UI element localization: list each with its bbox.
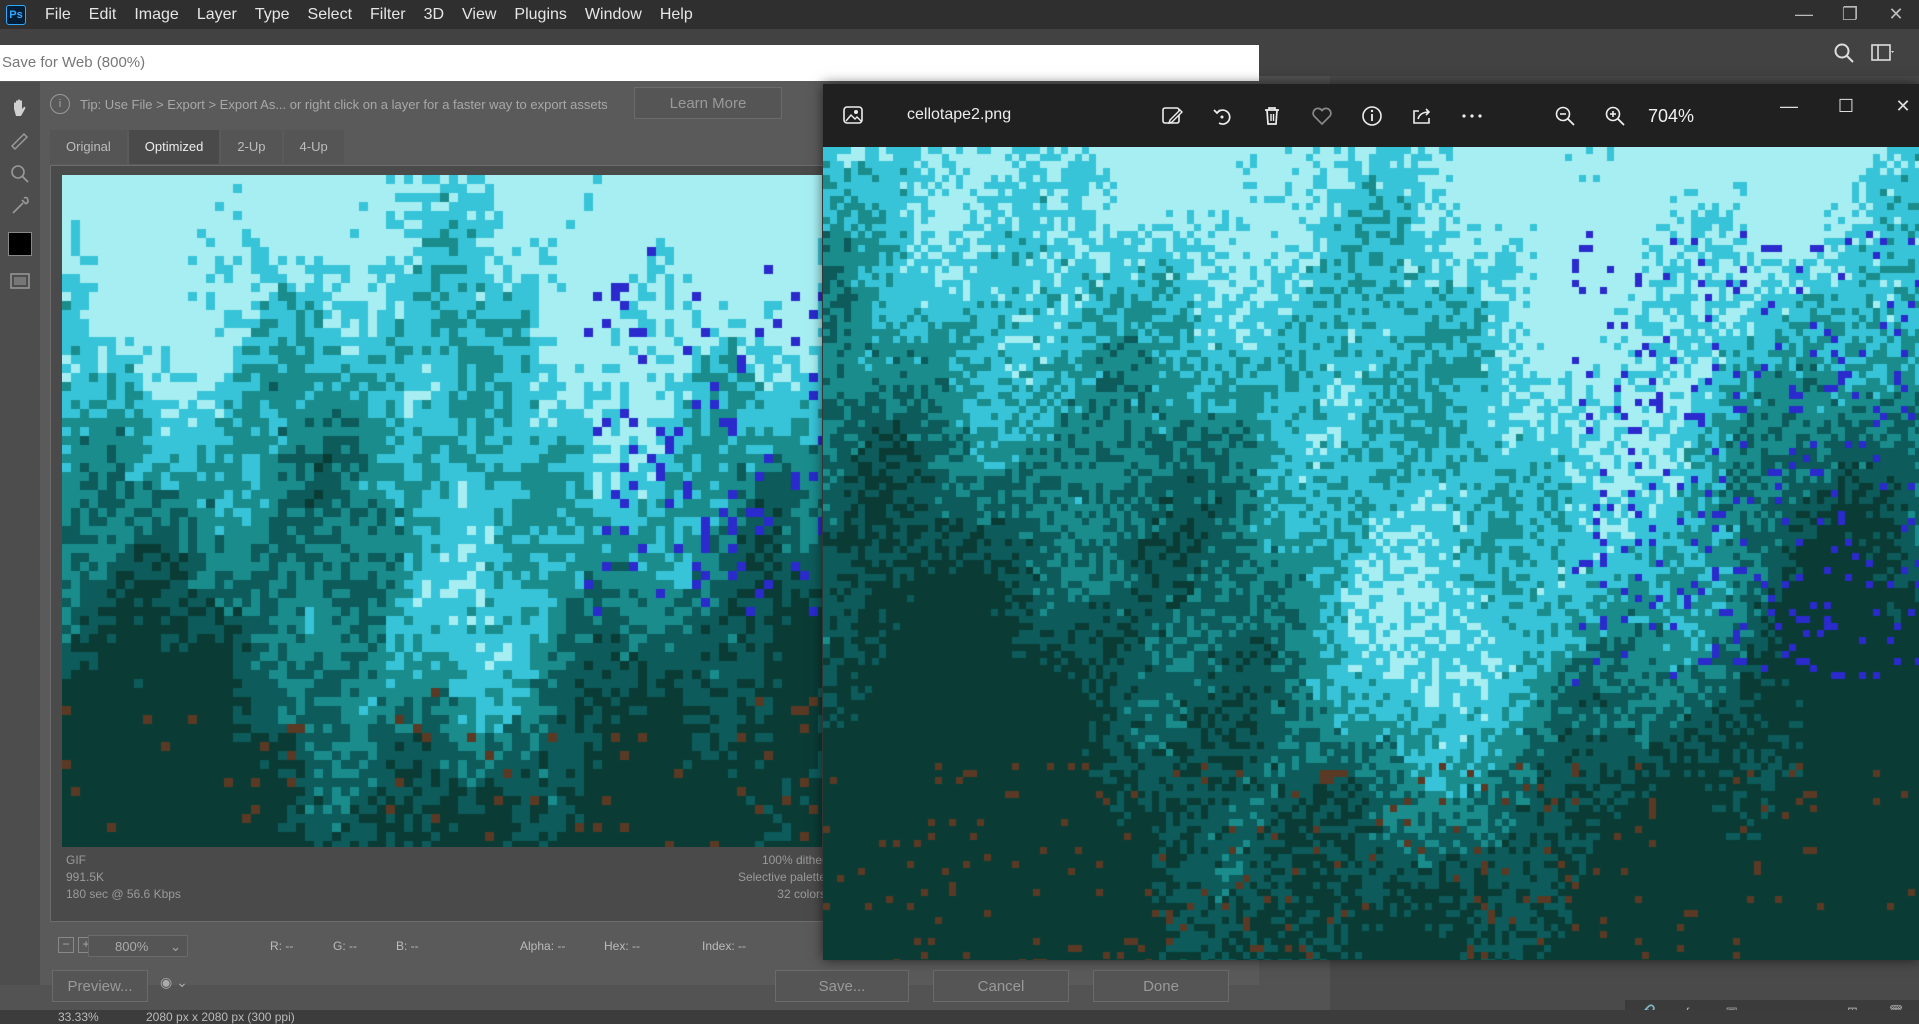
menu-window[interactable]: Window bbox=[576, 0, 651, 29]
tab-original[interactable]: Original bbox=[50, 130, 127, 164]
menu-view[interactable]: View bbox=[453, 0, 505, 29]
preview-browser-icon[interactable]: ◉ ⌄ bbox=[160, 974, 210, 998]
menu-select[interactable]: Select bbox=[299, 0, 361, 29]
download-time: 180 sec @ 56.6 Kbps bbox=[66, 887, 181, 901]
dialog-toolstrip bbox=[0, 82, 40, 985]
color-count: 32 colors bbox=[777, 887, 826, 901]
eyedropper-color-swatch[interactable] bbox=[8, 232, 32, 256]
zoom-level-select[interactable]: 800% ⌄ bbox=[88, 935, 188, 957]
zoom-in-icon[interactable] bbox=[1603, 104, 1627, 128]
more-icon[interactable] bbox=[1460, 104, 1484, 128]
photo-filename: cellotape2.png bbox=[907, 106, 1012, 123]
preview-button[interactable]: Preview... bbox=[52, 970, 148, 1002]
menu-edit[interactable]: Edit bbox=[80, 0, 126, 29]
view-tabs: Original Optimized 2-Up 4-Up bbox=[50, 130, 346, 164]
tab-optimized[interactable]: Optimized bbox=[128, 130, 220, 164]
share-icon[interactable] bbox=[1410, 104, 1434, 128]
tab-4-up[interactable]: 4-Up bbox=[283, 130, 344, 164]
zoom-out-button[interactable]: − bbox=[58, 937, 74, 953]
menu-plugins[interactable]: Plugins bbox=[505, 0, 575, 29]
save-button[interactable]: Save... bbox=[775, 970, 909, 1002]
file-format: GIF bbox=[66, 853, 86, 867]
search-icon[interactable] bbox=[1833, 42, 1855, 64]
photos-maximize-button[interactable]: ☐ bbox=[1834, 96, 1858, 120]
photoshop-logo-icon: Ps bbox=[6, 4, 26, 25]
eyedropper-icon[interactable] bbox=[8, 194, 32, 218]
menu-type[interactable]: Type bbox=[246, 0, 299, 29]
menu-layer[interactable]: Layer bbox=[188, 0, 246, 29]
workspace-icon[interactable] bbox=[1871, 43, 1895, 63]
readout-g: G: -- bbox=[333, 939, 357, 953]
photo-view-image[interactable] bbox=[823, 147, 1919, 960]
palette-type: Selective palette bbox=[737, 870, 826, 884]
readout-b: B: -- bbox=[396, 939, 419, 953]
photos-minimize-button[interactable]: — bbox=[1777, 96, 1801, 120]
dither-amount: 100% dither bbox=[761, 853, 826, 867]
optimization-info: GIF 991.5K 180 sec @ 56.6 Kbps 100% dith… bbox=[62, 850, 826, 915]
readout-hex: Hex: -- bbox=[604, 939, 640, 953]
chevron-down-icon: ⌄ bbox=[170, 939, 181, 954]
optimized-preview-image[interactable] bbox=[62, 175, 822, 847]
ps-zoom-readout: 33.33% bbox=[58, 1010, 99, 1024]
readout-index: Index: -- bbox=[702, 939, 747, 953]
info-icon[interactable] bbox=[1360, 104, 1384, 128]
menu-filter[interactable]: Filter bbox=[361, 0, 415, 29]
zoom-tool-icon[interactable] bbox=[8, 162, 32, 186]
zoom-out-icon[interactable] bbox=[1553, 104, 1577, 128]
file-size: 991.5K bbox=[66, 870, 105, 884]
readout-r: R: -- bbox=[270, 939, 294, 953]
learn-more-button[interactable]: Learn More bbox=[634, 87, 782, 119]
edit-image-icon[interactable] bbox=[1160, 104, 1184, 128]
document-size: 2080 px x 2080 px (300 ppi) bbox=[146, 1010, 295, 1024]
readout-alpha: Alpha: -- bbox=[520, 939, 566, 953]
photos-app-icon bbox=[843, 106, 863, 124]
dialog-title: Save for Web (800%) bbox=[0, 45, 1259, 81]
rotate-icon[interactable] bbox=[1210, 104, 1234, 128]
restore-icon[interactable]: ❐ bbox=[1827, 0, 1873, 29]
menu-3d[interactable]: 3D bbox=[415, 0, 453, 29]
window-controls: — ❐ ✕ bbox=[1781, 0, 1919, 29]
favorite-icon[interactable] bbox=[1310, 104, 1334, 128]
menu-help[interactable]: Help bbox=[651, 0, 702, 29]
ps-status-bar: 33.33% 2080 px x 2080 px (300 ppi) bbox=[0, 1010, 1919, 1024]
close-icon[interactable]: ✕ bbox=[1873, 0, 1919, 29]
photos-close-button[interactable]: ✕ bbox=[1891, 96, 1915, 120]
info-icon: i bbox=[50, 94, 70, 114]
tab-2-up[interactable]: 2-Up bbox=[221, 130, 282, 164]
menu-file[interactable]: File bbox=[36, 0, 80, 29]
toggle-slices-icon[interactable] bbox=[8, 269, 32, 293]
zoom-level-value: 800% bbox=[115, 939, 149, 954]
done-button[interactable]: Done bbox=[1093, 970, 1229, 1002]
menu-image[interactable]: Image bbox=[125, 0, 187, 29]
menu-bar: Ps File Edit Image Layer Type Select Fil… bbox=[0, 0, 1919, 29]
photos-zoom-level: 704% bbox=[1648, 106, 1695, 126]
delete-icon[interactable] bbox=[1260, 104, 1284, 128]
slice-select-icon[interactable] bbox=[8, 128, 32, 152]
tip-text: Tip: Use File > Export > Export As... or… bbox=[80, 96, 608, 112]
cancel-button[interactable]: Cancel bbox=[933, 970, 1069, 1002]
hand-tool-icon[interactable] bbox=[8, 96, 32, 120]
minimize-icon[interactable]: — bbox=[1781, 0, 1827, 29]
